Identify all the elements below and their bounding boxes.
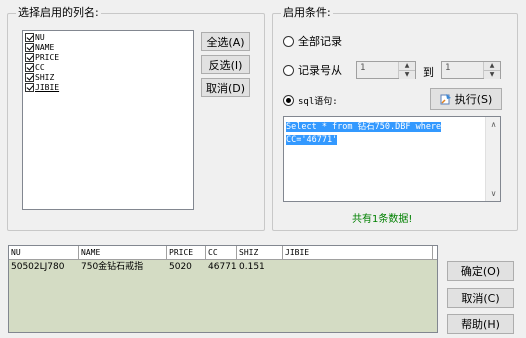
column-header-shiz[interactable]: SHIZ [237, 246, 283, 259]
sql-text[interactable]: Select * from 钻石750.DBF where CC='46771' [286, 122, 442, 145]
cell-shiz[interactable]: 0.151 [237, 260, 283, 274]
table-row[interactable]: 50502LJ780 750金钻石戒指 5020 46771 0.151 [9, 260, 437, 274]
column-list[interactable]: NU NAME PRICE CC SHIZ JIBIE [22, 30, 194, 210]
cancel-button[interactable]: 取消(C) [447, 288, 514, 308]
column-header-cc[interactable]: CC [206, 246, 237, 259]
cell-name[interactable]: 750金钻石戒指 [79, 260, 167, 274]
column-item-shiz[interactable]: SHIZ [25, 72, 191, 82]
checkbox-icon[interactable] [25, 72, 34, 82]
column-item-jibie[interactable]: JIBIE [25, 82, 191, 92]
cancel-selection-button[interactable]: 取消(D) [201, 78, 250, 97]
checkbox-icon[interactable] [25, 42, 34, 52]
column-item-nu[interactable]: NU [25, 32, 191, 42]
range-to-value[interactable]: 1 [442, 62, 484, 78]
cell-cc[interactable]: 46771 [206, 260, 237, 274]
column-header-jibie[interactable]: JIBIE [283, 246, 433, 259]
select-all-button[interactable]: 全选(A) [201, 32, 250, 51]
cell-nu[interactable]: 50502LJ780 [9, 260, 79, 274]
column-item-cc[interactable]: CC [25, 62, 191, 72]
radio-icon[interactable] [283, 35, 294, 47]
all-records-label: 全部记录 [298, 35, 342, 48]
column-header-name[interactable]: NAME [79, 246, 167, 259]
column-header-nu[interactable]: NU [9, 246, 79, 259]
execute-button[interactable]: 执行(S) [430, 88, 502, 110]
scroll-down-icon[interactable]: ∨ [486, 186, 501, 201]
sql-input[interactable]: Select * from 钻石750.DBF where CC='46771'… [283, 116, 501, 202]
record-range-label: 记录号从 [298, 64, 342, 77]
spin-up-icon[interactable]: ▲ [399, 62, 415, 71]
sql-option[interactable]: sql语句: [283, 91, 338, 109]
cell-price[interactable]: 5020 [167, 260, 206, 274]
checkbox-icon[interactable] [25, 82, 34, 92]
radio-icon[interactable] [283, 94, 294, 106]
checkbox-icon[interactable] [25, 32, 34, 42]
invert-selection-button[interactable]: 反选(I) [201, 55, 250, 74]
checkbox-icon[interactable] [25, 52, 34, 62]
results-grid[interactable]: NU NAME PRICE CC SHIZ JIBIE 50502LJ780 7… [8, 245, 438, 333]
scroll-up-icon[interactable]: ∧ [486, 117, 501, 132]
conditions-title: 启用条件: [281, 6, 333, 20]
cell-jibie[interactable] [283, 260, 433, 274]
sql-scrollbar[interactable]: ∧ ∨ [485, 117, 500, 201]
spin-down-icon[interactable]: ▼ [484, 71, 500, 79]
spin-down-icon[interactable]: ▼ [399, 71, 415, 79]
range-to-label: 到 [423, 66, 434, 79]
column-item-price[interactable]: PRICE [25, 52, 191, 62]
ok-button[interactable]: 确定(O) [447, 261, 514, 281]
status-text: 共有1条数据! [352, 214, 413, 225]
help-button[interactable]: 帮助(H) [447, 314, 514, 334]
execute-label: 执行(S) [454, 93, 493, 106]
checkbox-icon[interactable] [25, 62, 34, 72]
grid-header: NU NAME PRICE CC SHIZ JIBIE [9, 246, 437, 260]
column-header-price[interactable]: PRICE [167, 246, 206, 259]
column-item-name[interactable]: NAME [25, 42, 191, 52]
spin-up-icon[interactable]: ▲ [484, 62, 500, 71]
range-from-value[interactable]: 1 [357, 62, 399, 78]
execute-icon [440, 93, 452, 105]
sql-label: sql语句: [298, 96, 338, 107]
radio-icon[interactable] [283, 64, 294, 76]
all-records-option[interactable]: 全部记录 [283, 32, 342, 50]
range-from-spinner[interactable]: 1 ▲ ▼ [356, 61, 416, 79]
record-range-option[interactable]: 记录号从 [283, 61, 342, 79]
select-columns-title: 选择启用的列名: [16, 6, 101, 20]
range-to-spinner[interactable]: 1 ▲ ▼ [441, 61, 501, 79]
